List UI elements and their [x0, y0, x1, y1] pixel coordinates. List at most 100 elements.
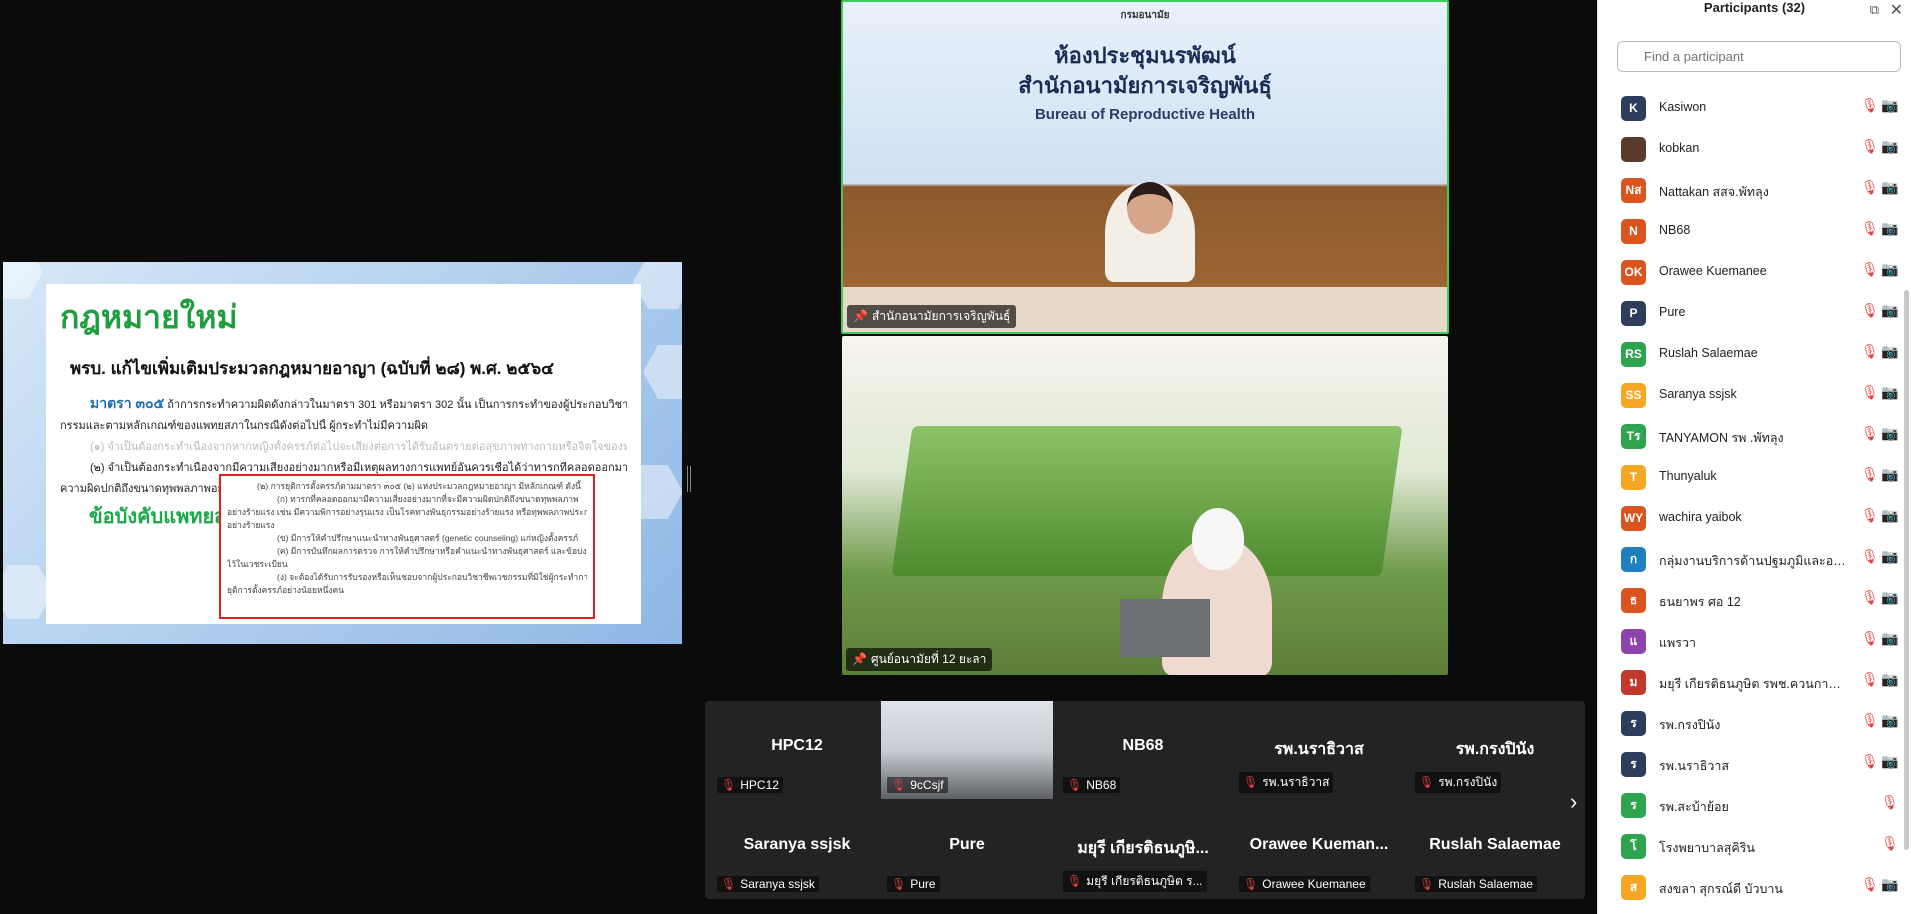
slide-text: ถ้าการกระทำความผิดดังกล่าวในมาตรา 301 หร…	[167, 399, 627, 411]
gallery-tile[interactable]: Ruslah Salaemae 🎙 Ruslah Salaemae	[1409, 800, 1581, 898]
gallery-tile[interactable]: มยุรี เกียรติธนภูษิ... 🎙 มยุรี เกียรติธนภ…	[1057, 800, 1229, 898]
backdrop-illustration	[891, 426, 1403, 576]
participant-row[interactable]: ส สงขลา สุกรณ์ดี บัวบาน 🎙 📷	[1598, 866, 1911, 907]
slide-line: กรรมและตามหลักเกณฑ์ของแพทยสภาในกรณีดังต่…	[60, 420, 429, 432]
avatar: RS	[1621, 342, 1646, 367]
video-name-tag: 📌 สำนักอนามัยการเจริญพันธุ์	[847, 305, 1017, 328]
room-sign-line2: สำนักอนามัยการเจริญพันธุ์	[1018, 74, 1272, 99]
mic-muted-icon: 🎙	[1881, 794, 1899, 810]
gallery-tile-label: 🎙 Pure	[887, 876, 940, 892]
video-tile-active-speaker[interactable]: กรมอนามัย ห้องประชุมนรพัฒน์ สำนักอนามัยก…	[841, 0, 1449, 334]
video-off-icon: 📷	[1881, 302, 1899, 318]
mic-muted-icon: 🎙	[1861, 425, 1879, 441]
participant-row[interactable]: ม มยุรี เกียรติธนภูษิต รพช.ควนกาหลง ... 🎙 📷	[1598, 661, 1911, 702]
box-line: ยุติการตั้งครรภ์อย่างน้อยหนึ่งคน	[227, 585, 345, 595]
participant-row[interactable]: ร รพ.นราธิวาส 🎙 📷	[1598, 743, 1911, 784]
box-line: (ง) จะต้องได้รับการรับรองหรือเห็นชอบจากผ…	[277, 572, 587, 582]
gallery-tile[interactable]: 🎙 9cCsjf	[881, 701, 1053, 799]
participant-row[interactable]: P Pure 🎙 📷	[1598, 292, 1911, 333]
gallery-tile-name: HPC12	[771, 737, 823, 754]
mic-muted-icon: 🎙	[1067, 874, 1083, 888]
meeting-stage: กฎหมายใหม่ พรบ. แก้ไขเพิ่มเติมประมวลกฎหม…	[0, 0, 1597, 914]
gallery-tile[interactable]: รพ.นราธิวาส 🎙 รพ.นราธิวาส	[1233, 701, 1405, 799]
participant-name: Thunyaluk	[1659, 469, 1717, 483]
video-off-icon: 📷	[1881, 753, 1899, 769]
avatar	[1621, 137, 1646, 162]
gallery-tile-label: 🎙 มยุรี เกียรติธนภูษิต ร...	[1063, 871, 1207, 892]
avatar: ม	[1621, 670, 1646, 695]
participant-row[interactable]: ธ ธนยาพร ศอ 12 🎙 📷	[1598, 579, 1911, 620]
video-off-icon: 📷	[1881, 261, 1899, 277]
gallery-tile-label: 🎙 HPC12	[717, 777, 783, 793]
mic-muted-icon: 🎙	[1861, 507, 1879, 523]
gallery-tile[interactable]: HPC12 🎙 HPC12	[711, 701, 883, 799]
gallery-tile[interactable]: รพ.กรงปินัง 🎙 รพ.กรงปินัง	[1409, 701, 1581, 799]
participant-row[interactable]: K Kasiwon 🎙 📷	[1598, 87, 1911, 128]
participant-row[interactable]: kobkan 🎙 📷	[1598, 128, 1911, 169]
chevron-right-icon[interactable]: ›	[1570, 789, 1577, 815]
mic-muted-icon: 🎙	[1861, 97, 1879, 113]
mic-muted-icon: 🎙	[1861, 630, 1879, 646]
participant-name: wachira yaibok	[1659, 510, 1742, 524]
resize-handle[interactable]	[687, 466, 691, 492]
participant-row[interactable]: T Thunyaluk 🎙 📷	[1598, 456, 1911, 497]
pin-icon: 📌	[852, 652, 867, 666]
participant-row[interactable]: SS Saranya ssjsk 🎙 📷	[1598, 374, 1911, 415]
avatar: โ	[1621, 834, 1646, 859]
participant-name: NB68	[1659, 223, 1691, 237]
participant-row[interactable]: แ แพรวา 🎙 📷	[1598, 620, 1911, 661]
participant-row[interactable]: OK Orawee Kuemanee 🎙 📷	[1598, 251, 1911, 292]
gallery-tile-name: รพ.กรงปินัง	[1455, 741, 1535, 758]
avatar: ก	[1621, 547, 1646, 572]
gallery-tile-name: NB68	[1122, 737, 1164, 754]
slide-line: (๑) จำเป็นต้องกระทำเนื่องจากหากหญิงตั้งค…	[90, 441, 627, 453]
avatar: P	[1621, 301, 1646, 326]
avatar: ร	[1621, 793, 1646, 818]
gallery-tile[interactable]: NB68 🎙 NB68	[1057, 701, 1229, 799]
avatar: T	[1621, 465, 1646, 490]
participant-name: กลุ่มงานบริการด้านปฐมภูมิและองค์รวม รพ..…	[1659, 554, 1849, 568]
scrollbar[interactable]	[1904, 290, 1909, 850]
search-input[interactable]	[1617, 41, 1901, 72]
decor-hex	[3, 262, 43, 299]
avatar: ร	[1621, 711, 1646, 736]
mic-muted-icon: 🎙	[1243, 775, 1259, 789]
popout-icon[interactable]: ⧉	[1870, 2, 1879, 18]
gallery-tile[interactable]: Orawee Kueman... 🎙 Orawee Kuemanee	[1233, 800, 1405, 898]
video-off-icon: 📷	[1881, 425, 1899, 441]
participant-name: Saranya ssjsk	[1659, 387, 1737, 401]
avatar: ธ	[1621, 588, 1646, 613]
shared-screen[interactable]: กฎหมายใหม่ พรบ. แก้ไขเพิ่มเติมประมวลกฎหม…	[3, 262, 682, 644]
avatar: SS	[1621, 383, 1646, 408]
participant-row[interactable]: Nส Nattakan สสจ.พัทลุง 🎙 📷	[1598, 169, 1911, 210]
participant-name: มยุรี เกียรติธนภูษิต รพช.ควนกาหลง ...	[1659, 677, 1849, 691]
gallery-tile-name: Saranya ssjsk	[743, 836, 851, 853]
participant-row[interactable]: RS Ruslah Salaemae 🎙 📷	[1598, 333, 1911, 374]
gallery-tile-name: Pure	[949, 836, 985, 853]
gallery-tile-name: Ruslah Salaemae	[1429, 836, 1561, 853]
logo-text: กรมอนามัย	[1120, 10, 1170, 21]
gallery-tile[interactable]: Saranya ssjsk 🎙 Saranya ssjsk	[711, 800, 883, 898]
box-line: อย่างร้ายแรง เช่น มีความพิการอย่างรุนแรง…	[227, 507, 587, 517]
participant-row[interactable]: ร รพ.กรงปินัง 🎙 📷	[1598, 702, 1911, 743]
participant-row[interactable]: ก กลุ่มงานบริการด้านปฐมภูมิและองค์รวม รพ.…	[1598, 538, 1911, 579]
participant-row[interactable]: ร รพ.สะบ้าย้อย 🎙	[1598, 784, 1911, 825]
close-icon[interactable]: ✕	[1890, 0, 1903, 20]
gallery-tile[interactable]: Pure 🎙 Pure	[881, 800, 1053, 898]
avatar: N	[1621, 219, 1646, 244]
avatar: Tร	[1621, 424, 1646, 449]
participant-row[interactable]: Tร TANYAMON รพ .พัทลุง 🎙 📷	[1598, 415, 1911, 456]
video-off-icon: 📷	[1881, 507, 1899, 523]
pin-icon: 📌	[853, 309, 868, 323]
gallery-tile-name: มยุรี เกียรติธนภูษิ...	[1077, 840, 1209, 857]
video-off-icon: 📷	[1881, 384, 1899, 400]
participant-name: Pure	[1659, 305, 1686, 319]
participant-row[interactable]: WY wachira yaibok 🎙 📷	[1598, 497, 1911, 538]
box-line: (ก) ทารกที่คลอดออกมามีความเสี่ยงอย่างมาก…	[277, 494, 579, 504]
participant-row[interactable]: N NB68 🎙 📷	[1598, 210, 1911, 251]
participant-name: kobkan	[1659, 141, 1700, 155]
video-tile-pinned[interactable]: 📌 ศูนย์อนามัยที่ 12 ยะลา	[842, 336, 1448, 675]
participant-row[interactable]: โ โรงพยาบาลสุคิริน 🎙	[1598, 825, 1911, 866]
box-line: ไว้ในเวชระเบียน	[227, 559, 288, 569]
gallery-strip: HPC12 🎙 HPC12 🎙 9cCsjf NB68 🎙 NB68 รพ.นราธิ…	[705, 701, 1585, 899]
